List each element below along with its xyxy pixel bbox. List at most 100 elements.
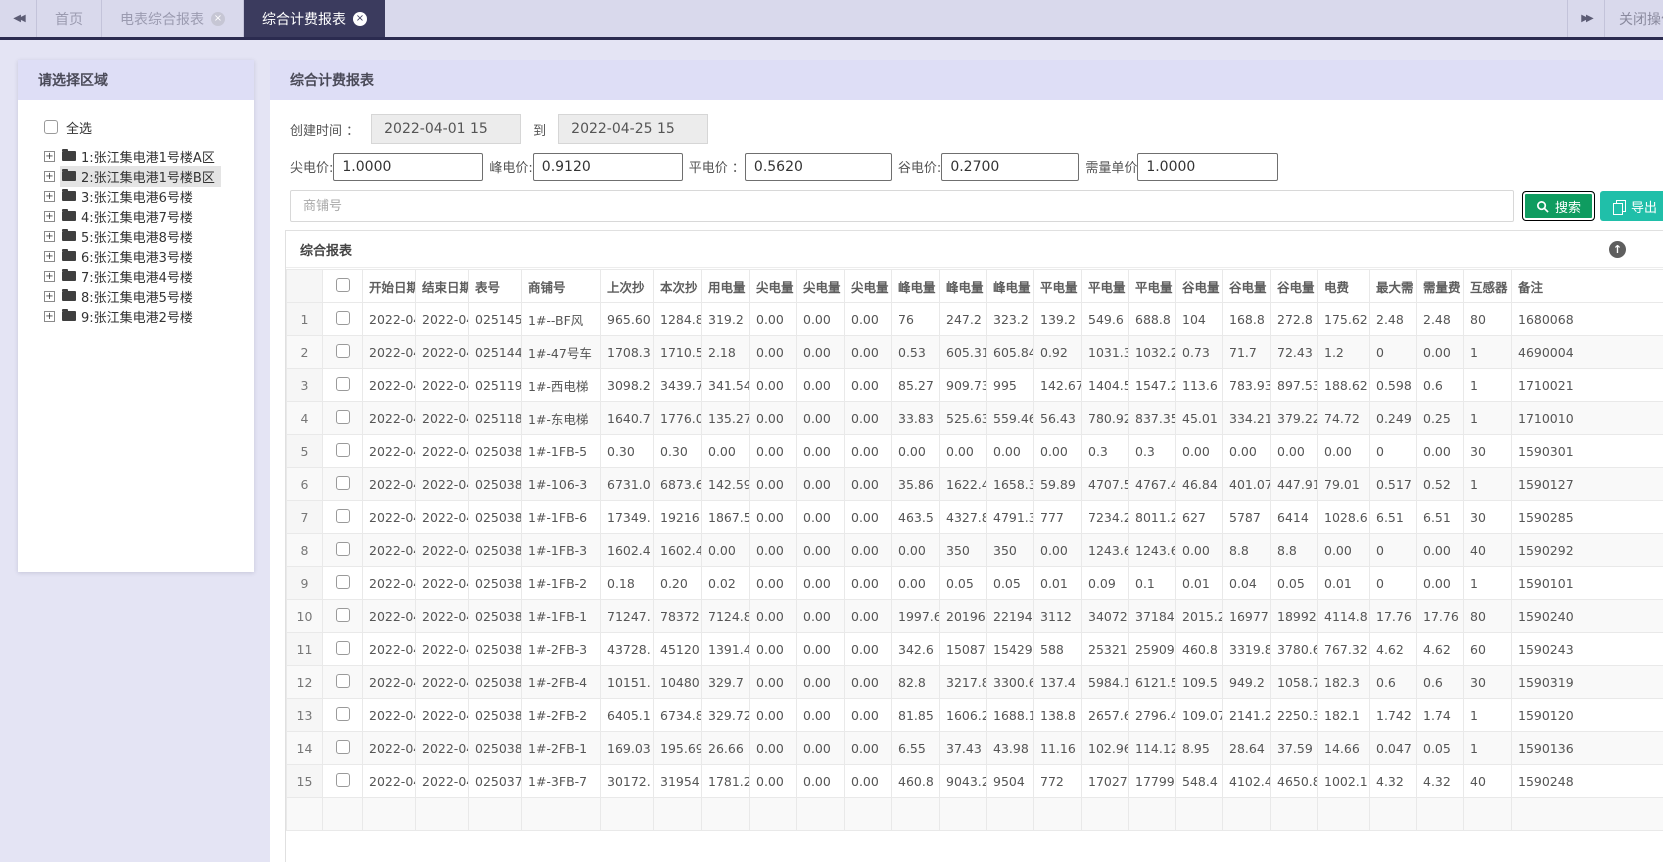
table-cell: 2022-04- [415, 599, 469, 633]
row-checkbox[interactable] [335, 739, 350, 754]
table-cell: 28.64 [1222, 731, 1271, 765]
tree-node[interactable]: 7:张江集电港4号楼 [60, 266, 199, 287]
column-header: 峰电量 [891, 269, 940, 303]
select-all-checkbox[interactable] [44, 120, 58, 134]
scroll-tabs-left-icon[interactable]: ◀◀ [0, 0, 36, 37]
expand-icon[interactable]: + [44, 210, 55, 222]
price-input[interactable] [941, 152, 1080, 181]
report-section: 综合报表 ↑ 开始日期 结束日期 表号 商铺号 上次抄 本次抄 用电量 尖电量 尖电量 尖电量 峰电… [285, 230, 1663, 862]
price-input[interactable] [532, 152, 683, 181]
tab-billing-report[interactable]: 综合计费报表 × [244, 0, 385, 37]
collapse-up-icon[interactable]: ↑ [1609, 240, 1626, 258]
tree-node[interactable]: 6:张江集电港3号楼 [60, 246, 199, 267]
table-cell: 2022-04- [415, 302, 469, 336]
tree-item[interactable]: +4:张江集电港7号楼 [44, 206, 254, 226]
table-cell: 02503800 [468, 665, 522, 699]
table-cell: 0.92 [1033, 335, 1082, 369]
scroll-tabs-right-icon[interactable]: ▶▶ [1568, 0, 1604, 37]
row-checkbox[interactable] [335, 772, 350, 787]
table-cell: 0.6 [1416, 665, 1464, 699]
table-cell [362, 797, 416, 831]
date-from-input[interactable] [371, 114, 522, 144]
close-tab-icon[interactable]: × [211, 11, 225, 26]
row-checkbox[interactable] [335, 442, 350, 457]
row-checkbox[interactable] [335, 409, 350, 424]
table-cell: 1 [1463, 698, 1512, 732]
expand-icon[interactable]: + [44, 270, 55, 282]
tree-item[interactable]: +1:张江集电港1号楼A区 [44, 146, 254, 166]
table-cell: 0.30 [653, 434, 702, 468]
table-cell: 1590319 [1511, 665, 1663, 699]
tree-node[interactable]: 4:张江集电港7号楼 [60, 206, 199, 227]
table-cell: 525.63 [939, 401, 987, 435]
row-checkbox[interactable] [335, 310, 350, 325]
tree-node[interactable]: 5:张江集电港8号楼 [60, 226, 199, 247]
expand-icon[interactable]: + [44, 230, 55, 242]
row-checkbox[interactable] [335, 640, 350, 655]
table-cell: 4.62 [1369, 632, 1417, 666]
tree-item[interactable]: +7:张江集电港4号楼 [44, 266, 254, 286]
expand-icon[interactable]: + [44, 170, 55, 182]
export-button[interactable]: 导出 [1599, 191, 1663, 221]
table-cell: 37184. [1128, 599, 1176, 633]
price-input[interactable] [333, 152, 484, 181]
table-cell: 0.05 [986, 566, 1034, 600]
tree-node[interactable]: 9:张江集电港2号楼 [60, 306, 199, 327]
tree-node-selected[interactable]: 2:张江集电港1号楼B区 [60, 165, 221, 187]
tree-item[interactable]: +5:张江集电港8号楼 [44, 226, 254, 246]
tree-node[interactable]: 3:张江集电港6号楼 [60, 186, 199, 207]
table-cell: 460.8 [891, 764, 940, 798]
row-checkbox[interactable] [335, 574, 350, 589]
row-checkbox[interactable] [335, 376, 350, 391]
row-checkbox[interactable] [335, 706, 350, 721]
select-all-row[interactable]: 全选 [44, 116, 254, 138]
tree-item[interactable]: +3:张江集电港6号楼 [44, 186, 254, 206]
column-header: 表号 [468, 269, 522, 303]
table-cell: 4690004 [1511, 335, 1663, 369]
table-cell: 0.00 [796, 335, 845, 369]
table-cell: 1#-1FB-6 [521, 500, 601, 534]
table-cell: 0.00 [844, 665, 892, 699]
table-cell: 2022-04- [362, 698, 416, 732]
table-cell: 2022-04- [362, 335, 416, 369]
table-cell: 0.00 [749, 368, 797, 402]
table-cell: 40 [1463, 764, 1512, 798]
row-number: 5 [286, 434, 323, 468]
table-cell: 0.25 [1416, 401, 1464, 435]
tree-item[interactable]: +9:张江集电港2号楼 [44, 306, 254, 326]
row-checkbox[interactable] [335, 541, 350, 556]
row-checkbox[interactable] [335, 607, 350, 622]
price-input[interactable] [744, 152, 892, 181]
row-checkbox[interactable] [335, 343, 350, 358]
row-checkbox[interactable] [335, 508, 350, 523]
table-cell: 0.00 [749, 599, 797, 633]
date-to-input[interactable] [558, 114, 709, 144]
table-cell: 11.16 [1033, 731, 1082, 765]
table-cell: 45120. [653, 632, 702, 666]
tab-home[interactable]: 首页 [37, 0, 101, 37]
tree-item[interactable]: +8:张江集电港5号楼 [44, 286, 254, 306]
price-input[interactable] [1137, 152, 1279, 181]
close-operations-menu[interactable]: 关闭操作 [1605, 0, 1663, 37]
tab-meter-report[interactable]: 电表综合报表 × [102, 0, 243, 37]
shop-number-input[interactable] [290, 190, 1514, 222]
table-cell: 2022-04- [362, 401, 416, 435]
table-cell: 0.00 [749, 434, 797, 468]
row-checkbox[interactable] [335, 673, 350, 688]
tree-node[interactable]: 1:张江集电港1号楼A区 [60, 146, 221, 167]
expand-icon[interactable]: + [44, 150, 55, 162]
expand-icon[interactable]: + [44, 290, 55, 302]
tree-item[interactable]: +2:张江集电港1号楼B区 [44, 165, 254, 187]
tree-item[interactable]: +6:张江集电港3号楼 [44, 246, 254, 266]
select-all-rows-checkbox[interactable] [335, 277, 350, 292]
table-cell: 2022-04- [362, 665, 416, 699]
export-button-label: 导出 [1630, 200, 1657, 216]
expand-icon[interactable]: + [44, 310, 55, 322]
expand-icon[interactable]: + [44, 190, 55, 202]
table-cell: 0.20 [653, 566, 702, 600]
tree-node[interactable]: 8:张江集电港5号楼 [60, 286, 199, 307]
expand-icon[interactable]: + [44, 250, 55, 262]
row-checkbox[interactable] [335, 475, 350, 490]
search-button[interactable]: 搜索 [1521, 191, 1595, 221]
close-tab-icon[interactable]: × [353, 11, 367, 26]
